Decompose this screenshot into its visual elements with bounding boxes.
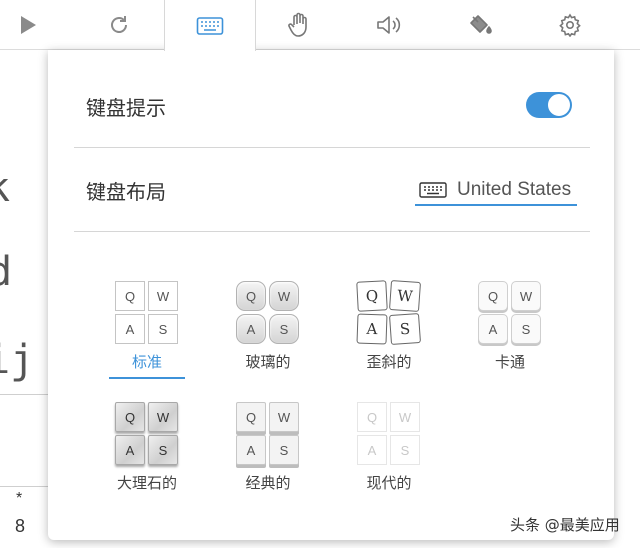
keyboard-tab-button[interactable] [164, 0, 256, 51]
key-s: S [390, 435, 420, 465]
section-divider [74, 231, 590, 232]
keyboard-hints-label: 键盘提示 [86, 96, 166, 120]
key-a: A [115, 314, 145, 344]
key-w: W [148, 402, 178, 432]
style-option-marble[interactable]: Q W A S 大理石的 [99, 402, 195, 506]
background-divider [0, 394, 48, 395]
play-button[interactable] [0, 0, 68, 50]
section-divider [74, 147, 590, 148]
key-q: Q [236, 281, 266, 311]
key-q: Q [115, 281, 145, 311]
selected-indicator [109, 377, 185, 379]
key-w: W [390, 402, 420, 432]
key-w: W [388, 279, 422, 313]
key-s: S [269, 314, 299, 344]
key-preview: Q W A S [356, 279, 422, 346]
paint-bucket-icon [470, 15, 492, 34]
key-s: S [511, 314, 541, 344]
redo-icon [111, 16, 127, 33]
key-w: W [148, 281, 178, 311]
speaker-icon [377, 16, 401, 34]
gear-icon [559, 13, 581, 37]
style-option-skewed[interactable]: Q W A S 歪斜的 [341, 279, 437, 385]
style-label: 现代的 [366, 474, 412, 492]
key-q: Q [357, 402, 387, 432]
hand-button[interactable] [259, 0, 339, 50]
toggle-knob [547, 93, 571, 117]
keyboard-icon [419, 182, 447, 198]
keyboard-layout-label: 键盘布局 [86, 180, 166, 204]
background-glyph-k: k [0, 168, 10, 208]
key-a: A [357, 435, 387, 465]
style-option-cartoon[interactable]: Q W A S 卡通 [462, 281, 558, 385]
keypad-asterisk: * [16, 490, 23, 507]
theme-button[interactable] [440, 0, 520, 50]
key-a: A [236, 314, 266, 344]
key-preview: Q W A S [115, 402, 179, 466]
key-preview: Q W A S [236, 402, 300, 466]
key-preview: Q W A S [115, 281, 179, 345]
key-s: S [148, 314, 178, 344]
sound-button[interactable] [349, 0, 429, 50]
style-label: 卡通 [494, 353, 525, 371]
key-preview: Q W A S [478, 281, 542, 345]
key-a: A [356, 313, 388, 345]
key-w: W [269, 402, 299, 432]
redo-button[interactable] [79, 0, 159, 50]
style-option-classic[interactable]: Q W A S 经典的 [220, 402, 316, 506]
keyboard-settings-panel: 键盘提示 键盘布局 United States Q W A S 标准 Q W A… [48, 50, 614, 540]
keyboard-layout-select[interactable]: United States [415, 176, 577, 206]
style-label: 大理石的 [116, 474, 177, 492]
watermark: 头条 @最美应用 [510, 516, 620, 534]
background-glyph-ij: ij [0, 337, 35, 383]
style-option-standard[interactable]: Q W A S 标准 [99, 281, 195, 385]
play-icon [21, 16, 36, 34]
key-q: Q [115, 402, 145, 432]
style-option-modern[interactable]: Q W A S 现代的 [341, 402, 437, 506]
key-a: A [236, 435, 266, 465]
style-label: 歪斜的 [366, 353, 412, 371]
key-a: A [478, 314, 508, 344]
key-q: Q [356, 280, 388, 312]
style-option-glass[interactable]: Q W A S 玻璃的 [220, 281, 316, 385]
key-s: S [148, 435, 178, 465]
style-label: 玻璃的 [245, 353, 291, 371]
key-w: W [511, 281, 541, 311]
style-label: 经典的 [245, 474, 291, 492]
settings-button[interactable] [530, 0, 610, 50]
key-a: A [115, 435, 145, 465]
hand-icon [288, 12, 307, 37]
style-label: 标准 [131, 353, 162, 371]
key-preview: Q W A S [357, 402, 421, 466]
keypad-eight: 8 [15, 516, 26, 536]
key-q: Q [236, 402, 266, 432]
background-glyph-d: d [0, 249, 13, 295]
key-s: S [388, 312, 422, 346]
key-s: S [269, 435, 299, 465]
keyboard-icon [196, 16, 224, 35]
key-preview: Q W A S [236, 281, 300, 345]
keyboard-layout-value: United States [457, 179, 572, 200]
keyboard-hints-toggle[interactable] [526, 92, 572, 118]
key-w: W [269, 281, 299, 311]
background-divider [0, 486, 48, 487]
key-q: Q [478, 281, 508, 311]
top-toolbar [0, 0, 640, 51]
